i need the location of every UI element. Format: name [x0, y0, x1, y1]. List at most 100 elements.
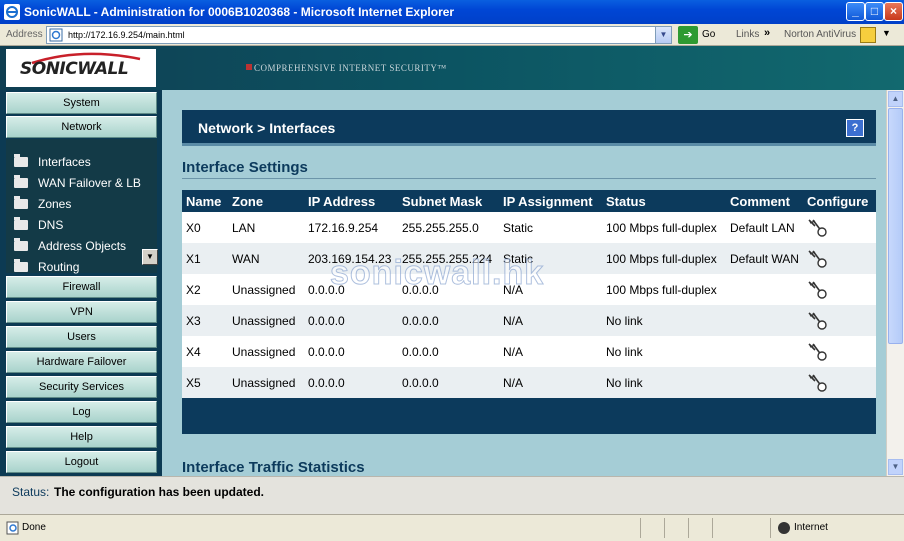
subnav-address-objects[interactable]: Address Objects: [14, 238, 126, 254]
column-header-configure: Configure: [807, 194, 869, 209]
subnav-label: Address Objects: [38, 239, 127, 253]
links-chevron-icon[interactable]: »: [764, 27, 770, 39]
tagline: COMPREHENSIVE INTERNET SECURITY™: [254, 63, 447, 73]
minimize-button[interactable]: _: [846, 2, 865, 21]
table-row: X5 Unassigned 0.0.0.0 0.0.0.0 N/A No link: [182, 367, 876, 398]
header-banner: SONICWALL COMPREHENSIVE INTERNET SECURIT…: [0, 46, 904, 90]
cell-name: X1: [186, 252, 201, 266]
cell-status: No link: [606, 376, 643, 390]
norton-icon[interactable]: [860, 27, 876, 43]
configure-wrench-icon[interactable]: [806, 310, 828, 330]
norton-antivirus-label[interactable]: Norton AntiVirus: [784, 29, 856, 40]
scroll-up-icon[interactable]: ▲: [888, 91, 903, 107]
folder-open-icon: [14, 154, 28, 167]
go-arrow-icon[interactable]: ➔: [678, 26, 698, 44]
cell-name: X2: [186, 283, 201, 297]
subnav-label: Interfaces: [38, 155, 91, 169]
subnav-interfaces[interactable]: Interfaces: [14, 154, 91, 170]
network-submenu: Interfaces WAN Failover & LB Zones DNS A…: [6, 139, 158, 275]
cell-name: X3: [186, 314, 201, 328]
nav-logout[interactable]: Logout: [6, 451, 157, 473]
folder-icon: [14, 259, 28, 272]
ie-icon: [4, 4, 20, 20]
links-label[interactable]: Links: [736, 29, 759, 40]
subnav-dns[interactable]: DNS: [14, 217, 63, 233]
cell-mask: 0.0.0.0: [402, 376, 439, 390]
table-row: X0 LAN 172.16.9.254 255.255.255.0 Static 100 …: [182, 212, 876, 243]
cell-ip: 172.16.9.254: [308, 221, 379, 235]
address-dropdown-icon[interactable]: ▼: [655, 27, 671, 43]
folder-icon: [14, 175, 28, 188]
cell-name: X4: [186, 345, 201, 359]
cell-assign: Static: [503, 252, 534, 266]
cell-assign: N/A: [503, 376, 524, 390]
table-row: X4 Unassigned 0.0.0.0 0.0.0.0 N/A No link: [182, 336, 876, 367]
browser-status-bar: Done Internet: [0, 514, 904, 541]
section-title-interface-settings: Interface Settings: [182, 159, 308, 176]
cell-status: 100 Mbps full-duplex: [606, 283, 717, 297]
subnav-label: DNS: [38, 218, 64, 232]
cell-status: 100 Mbps full-duplex: [606, 252, 717, 266]
folder-icon: [14, 196, 28, 209]
subnav-wan-failover[interactable]: WAN Failover & LB: [14, 175, 141, 191]
go-button[interactable]: Go: [702, 29, 715, 40]
subnav-label: WAN Failover & LB: [38, 176, 141, 190]
submenu-scroll-down-icon[interactable]: ▼: [142, 249, 158, 265]
folder-icon: [14, 238, 28, 251]
nav-users[interactable]: Users: [6, 326, 157, 348]
status-divider: [688, 518, 689, 538]
maximize-button[interactable]: □: [865, 2, 884, 21]
configure-wrench-icon[interactable]: [806, 248, 828, 268]
configure-wrench-icon[interactable]: [806, 341, 828, 361]
content-scrollbar[interactable]: ▲ ▼: [886, 90, 904, 476]
subnav-zones[interactable]: Zones: [14, 196, 71, 212]
nav-security-services[interactable]: Security Services: [6, 376, 157, 398]
configure-wrench-icon[interactable]: [806, 372, 828, 392]
scroll-down-icon[interactable]: ▼: [888, 459, 903, 475]
cell-mask: 255.255.255.0: [402, 221, 479, 235]
nav-system[interactable]: System: [6, 92, 157, 114]
cell-zone: Unassigned: [232, 345, 296, 359]
subnav-routing[interactable]: Routing: [14, 259, 79, 275]
page-icon: [49, 28, 63, 42]
cell-mask: 0.0.0.0: [402, 314, 439, 328]
table-row: X1 WAN 203.169.154.23 255.255.255.224 Static…: [182, 243, 876, 274]
cell-zone: Unassigned: [232, 283, 296, 297]
browser-status-text: Done: [22, 522, 46, 533]
address-label: Address: [6, 29, 43, 40]
nav-vpn[interactable]: VPN: [6, 301, 157, 323]
window-title: SonicWALL - Administration for 0006B1020…: [24, 5, 455, 19]
help-button[interactable]: ?: [846, 119, 864, 137]
cell-mask: 255.255.255.224: [402, 252, 493, 266]
main-content: Network > Interfaces ? Interface Setting…: [162, 90, 886, 476]
nav-network[interactable]: Network: [6, 116, 157, 138]
column-header-zone: Zone: [232, 194, 264, 209]
logo-text: SONICWALL: [20, 59, 129, 79]
address-input[interactable]: http://172.16.9.254/main.html ▼: [46, 26, 672, 44]
nav-firewall[interactable]: Firewall: [6, 276, 157, 298]
configure-wrench-icon[interactable]: [806, 279, 828, 299]
internet-zone-icon: [778, 522, 790, 534]
close-button[interactable]: ×: [884, 2, 903, 21]
cell-name: X5: [186, 376, 201, 390]
column-header-status: Status: [606, 194, 646, 209]
internet-zone-label: Internet: [794, 522, 828, 533]
norton-dropdown-icon[interactable]: ▼: [882, 28, 891, 38]
scroll-thumb[interactable]: [888, 108, 903, 344]
nav-help[interactable]: Help: [6, 426, 157, 448]
cell-assign: N/A: [503, 283, 524, 297]
cell-name: X0: [186, 221, 201, 235]
subnav-label: Routing: [38, 260, 80, 274]
status-divider: [770, 518, 771, 538]
configure-wrench-icon[interactable]: [806, 217, 828, 237]
cell-zone: LAN: [232, 221, 256, 235]
column-header-ip-assignment: IP Assignment: [503, 194, 593, 209]
nav-log[interactable]: Log: [6, 401, 157, 423]
cell-zone: Unassigned: [232, 376, 296, 390]
page-done-icon: [6, 521, 19, 535]
status-divider: [664, 518, 665, 538]
nav-hardware-failover[interactable]: Hardware Failover: [6, 351, 157, 373]
status-divider: [640, 518, 641, 538]
folder-icon: [14, 217, 28, 230]
column-header-subnet-mask: Subnet Mask: [402, 194, 483, 209]
